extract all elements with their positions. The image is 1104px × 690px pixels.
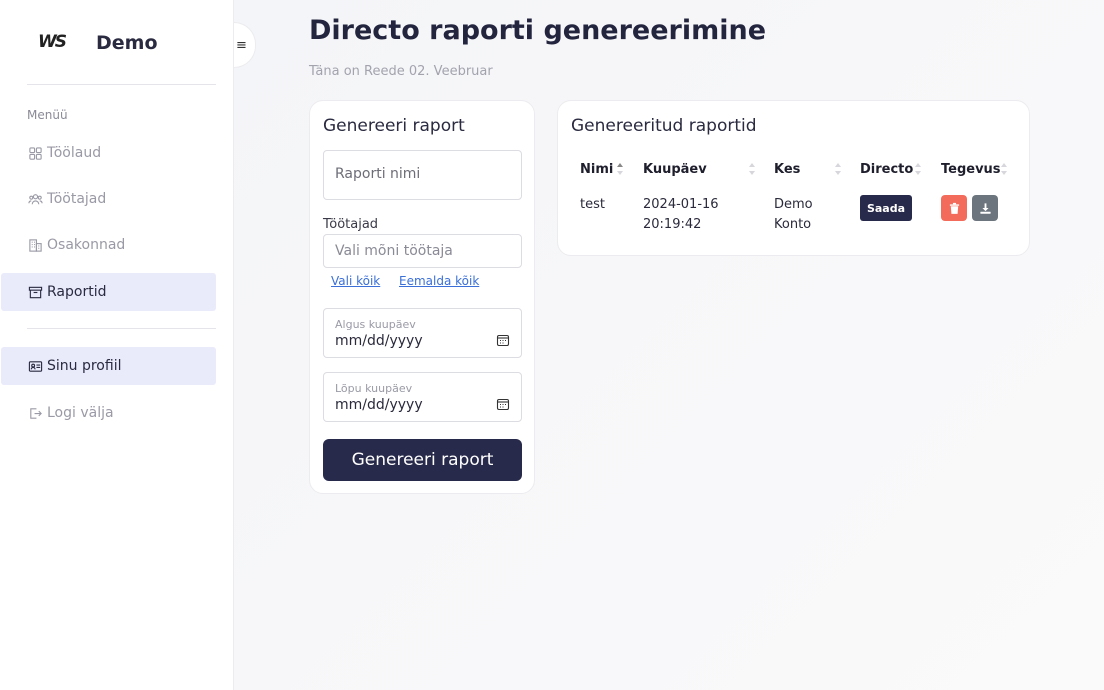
page-subtitle: Täna on Reede 02. Veebruar — [309, 64, 493, 79]
column-header-date[interactable]: Kuupäev — [643, 162, 707, 177]
cell-time: 20:19:42 — [643, 217, 702, 232]
generate-card-title: Genereeri raport — [323, 116, 465, 136]
sidebar-item-reports[interactable]: Raportid — [1, 273, 216, 311]
generate-report-card: Genereeri raport Raporti nimi Töötajad V… — [309, 100, 535, 494]
download-icon — [979, 202, 991, 214]
download-report-button[interactable] — [972, 195, 998, 221]
sidebar-item-employees[interactable]: Töötajad — [1, 180, 216, 218]
report-name-placeholder: Raporti nimi — [335, 166, 421, 182]
brand-logo: WS — [38, 32, 67, 52]
column-header-name[interactable]: Nimi — [580, 162, 613, 177]
report-name-input[interactable]: Raporti nimi — [323, 150, 522, 200]
start-date-label: Algus kuupäev — [335, 318, 416, 331]
trash-icon — [949, 202, 959, 214]
sidebar-item-label: Osakonnad — [47, 237, 126, 253]
sort-icon[interactable] — [748, 161, 756, 177]
select-all-link[interactable]: Vali kõik — [331, 274, 380, 288]
id-card-icon — [27, 358, 43, 374]
page-title: Directo raporti genereerimine — [309, 15, 767, 46]
brand-name: Demo — [96, 32, 158, 54]
sort-icon[interactable] — [914, 161, 922, 177]
employees-label: Töötajad — [323, 217, 379, 232]
building-icon — [27, 237, 43, 253]
send-to-directo-button[interactable]: Saada — [860, 195, 912, 221]
sidebar-item-label: Töölaud — [47, 145, 102, 161]
sort-icon[interactable] — [1000, 161, 1008, 177]
sidebar-item-logout[interactable]: Logi välja — [1, 394, 216, 432]
sort-asc-icon[interactable] — [616, 161, 624, 177]
end-date-field[interactable]: Lõpu kuupäev mm/dd/yyyy — [323, 372, 522, 422]
sidebar-item-dashboard[interactable]: Töölaud — [1, 134, 216, 172]
remove-all-link[interactable]: Eemalda kõik — [399, 274, 479, 288]
brand[interactable]: WS Demo — [38, 32, 158, 54]
sidebar-item-label: Raportid — [47, 284, 107, 300]
sidebar-item-label: Logi välja — [47, 405, 114, 421]
logout-icon — [27, 405, 43, 421]
cell-date: 2024-01-16 — [643, 197, 719, 212]
sidebar-divider — [27, 328, 216, 329]
dashboard-icon — [27, 145, 43, 161]
sidebar-item-departments[interactable]: Osakonnad — [1, 226, 216, 264]
sidebar-divider — [27, 84, 216, 85]
menu-icon: ≡ — [236, 37, 247, 53]
sidebar-item-label: Töötajad — [47, 191, 107, 207]
delete-report-button[interactable] — [941, 195, 967, 221]
cell-who-first: Demo — [774, 197, 813, 212]
end-date-label: Lõpu kuupäev — [335, 382, 413, 395]
start-date-value: mm/dd/yyyy — [335, 333, 423, 349]
calendar-icon[interactable] — [496, 333, 510, 347]
sidebar: WS Demo Menüü Töölaud Töötajad Osakonnad… — [0, 0, 234, 690]
calendar-icon[interactable] — [496, 397, 510, 411]
sidebar-item-profile[interactable]: Sinu profiil — [1, 347, 216, 385]
column-header-actions[interactable]: Tegevus — [941, 162, 1001, 177]
column-header-who[interactable]: Kes — [774, 162, 800, 177]
generate-report-button[interactable]: Genereeri raport — [323, 439, 522, 481]
reports-card-title: Genereeritud raportid — [571, 116, 757, 136]
menu-heading: Menüü — [27, 108, 68, 122]
generated-reports-card: Genereeritud raportid Nimi Kuupäev Kes D… — [557, 100, 1030, 256]
archive-icon — [27, 284, 43, 300]
sort-icon[interactable] — [834, 161, 842, 177]
end-date-value: mm/dd/yyyy — [335, 397, 423, 413]
employees-select[interactable]: Vali mõni töötaja — [323, 234, 522, 268]
employees-placeholder: Vali mõni töötaja — [335, 243, 453, 259]
sidebar-toggle-button[interactable]: ≡ — [234, 22, 256, 68]
column-header-directo[interactable]: Directo — [860, 162, 913, 177]
sidebar-item-label: Sinu profiil — [47, 358, 122, 374]
cell-name: test — [580, 197, 605, 212]
start-date-field[interactable]: Algus kuupäev mm/dd/yyyy — [323, 308, 522, 358]
cell-who-last: Konto — [774, 217, 812, 232]
users-icon — [27, 191, 43, 207]
